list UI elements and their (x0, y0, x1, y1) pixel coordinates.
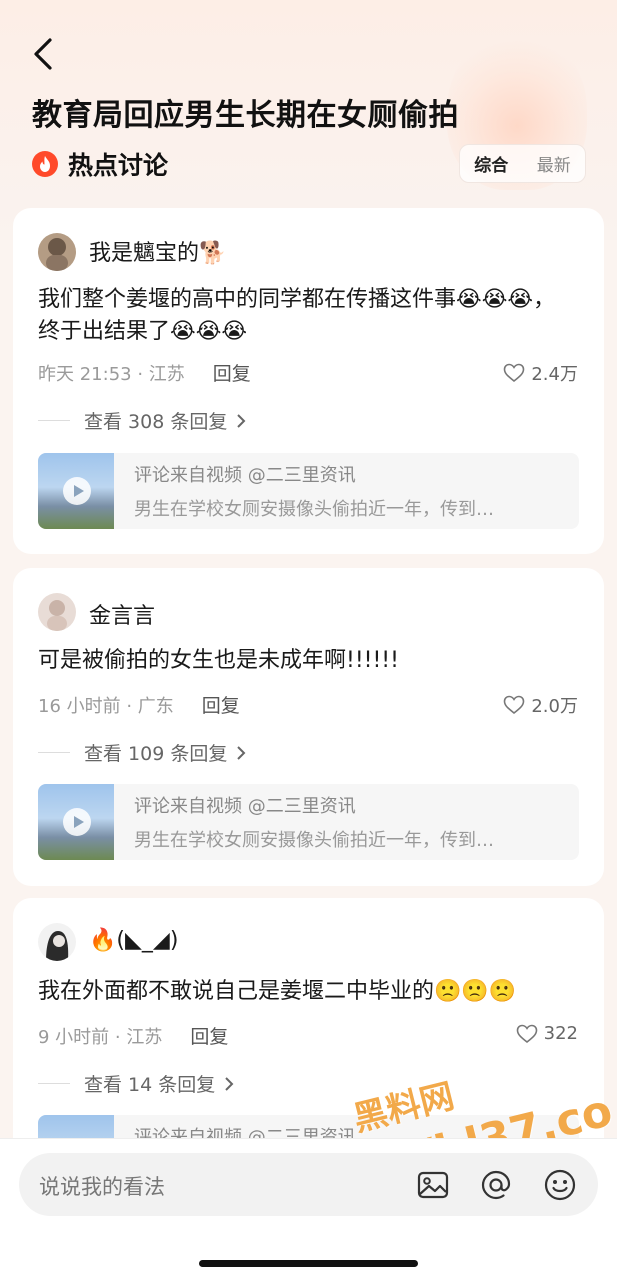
comment-meta: 9 小时前 · 江苏 回复 (38, 1022, 228, 1049)
view-replies-link[interactable]: 查看 308 条回复 (38, 407, 247, 434)
like-count: 2.0万 (531, 696, 578, 717)
reply-button[interactable]: 回复 (202, 691, 240, 718)
heart-icon (516, 1024, 537, 1043)
heart-icon (504, 363, 525, 383)
home-indicator (199, 1260, 418, 1267)
divider-line (38, 420, 70, 421)
page-title: 教育局回应男生长期在女厕偷拍 (32, 98, 459, 133)
like-button[interactable]: 2.4万 (503, 360, 578, 386)
video-thumbnail (38, 784, 114, 860)
flame-icon (32, 151, 58, 177)
sort-option-latest[interactable]: 最新 (523, 151, 586, 176)
comment-card: 我是魑宝的🐕 我们整个姜堰的高中的同学都在传播这件事😭😭😭，终于出结果了😭😭😭 … (13, 208, 604, 554)
play-icon (63, 808, 91, 836)
comment-card: 金言言 可是被偷拍的女生也是未成年啊!!!!!! 16 小时前 · 广东 回复 … (13, 568, 604, 886)
comment-text: 可是被偷拍的女生也是未成年啊!!!!!! (38, 648, 399, 673)
sort-option-comprehensive[interactable]: 综合 (460, 151, 523, 176)
divider-line (38, 1083, 70, 1084)
divider-line (38, 752, 70, 753)
view-replies-link[interactable]: 查看 14 条回复 (38, 1070, 235, 1097)
video-description: 男生在学校女厕安摄像头偷拍近一年，传到… (134, 830, 494, 851)
username[interactable]: 🔥(◣_◢) (89, 928, 178, 953)
comment-meta: 昨天 21:53 · 江苏 回复 (38, 359, 251, 386)
video-source: 评论来自视频 @二三里资讯 (134, 465, 356, 486)
sort-toggle[interactable]: 综合 最新 (459, 144, 586, 183)
video-reference[interactable]: 评论来自视频 @二三里资讯 男生在学校女厕安摄像头偷拍近一年，传到… (38, 784, 579, 860)
comment-meta: 16 小时前 · 广东 回复 (38, 691, 240, 718)
username[interactable]: 我是魑宝的🐕 (89, 235, 226, 267)
video-source: 评论来自视频 @二三里资讯 (134, 796, 356, 817)
time-location: 昨天 21:53 · 江苏 (38, 363, 185, 385)
section-header: 热点讨论 (32, 146, 168, 182)
input-placeholder: 说说我的看法 (39, 1175, 165, 1199)
reply-button[interactable]: 回复 (213, 359, 251, 386)
chevron-right-icon (237, 745, 246, 760)
like-button[interactable]: 2.0万 (503, 692, 578, 718)
username[interactable]: 金言言 (89, 598, 155, 630)
avatar[interactable] (38, 923, 76, 961)
view-replies-label: 查看 14 条回复 (84, 1074, 216, 1096)
section-label: 热点讨论 (68, 151, 169, 180)
view-replies-label: 查看 308 条回复 (84, 411, 228, 433)
like-count: 2.4万 (531, 364, 578, 385)
mention-icon[interactable] (479, 1168, 513, 1202)
comment-text: 我在外面都不敢说自己是姜堰二中毕业的🙁🙁🙁 (38, 979, 517, 1004)
avatar-image (38, 233, 76, 271)
video-thumbnail (38, 453, 114, 529)
image-icon[interactable] (416, 1168, 450, 1202)
like-button[interactable]: 322 (516, 1023, 578, 1044)
bottom-bar: 说说我的看法 (0, 1138, 617, 1280)
comment-input[interactable]: 说说我的看法 (19, 1153, 598, 1216)
video-reference[interactable]: 评论来自视频 @二三里资讯 男生在学校女厕安摄像头偷拍近一年，传到… (38, 453, 579, 529)
view-replies-label: 查看 109 条回复 (84, 743, 228, 765)
emoji-icon[interactable] (543, 1168, 577, 1202)
view-replies-link[interactable]: 查看 109 条回复 (38, 739, 247, 766)
like-count: 322 (543, 1023, 578, 1044)
reply-button[interactable]: 回复 (190, 1022, 228, 1049)
avatar-image (38, 593, 76, 631)
chevron-right-icon (225, 1076, 234, 1091)
heart-icon (504, 695, 525, 715)
chevron-right-icon (237, 413, 246, 428)
avatar[interactable] (38, 593, 76, 631)
comment-text: 我们整个姜堰的高中的同学都在传播这件事😭😭😭，终于出结果了😭😭😭 (38, 287, 556, 344)
time-location: 16 小时前 · 广东 (38, 695, 174, 717)
video-description: 男生在学校女厕安摄像头偷拍近一年，传到… (134, 499, 494, 520)
avatar-image (38, 923, 76, 961)
avatar[interactable] (38, 233, 76, 271)
back-arrow-icon[interactable] (30, 36, 58, 72)
time-location: 9 小时前 · 江苏 (38, 1026, 163, 1048)
play-icon (63, 477, 91, 505)
